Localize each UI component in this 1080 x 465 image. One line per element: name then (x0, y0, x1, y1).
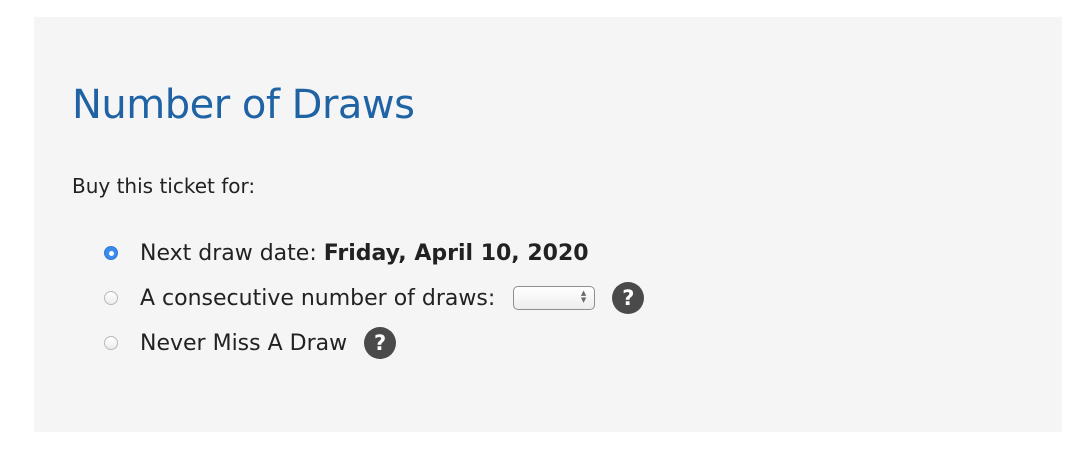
section-title: Number of Draws (72, 82, 415, 128)
draws-count-select[interactable]: ▲ ▼ (513, 286, 596, 310)
option-never-miss-label: Never Miss A Draw (140, 330, 348, 356)
option-consecutive-draws[interactable]: A consecutive number of draws: ▲ ▼ ? (104, 282, 645, 314)
option-next-draw[interactable]: Next draw date: Friday, April 10, 2020 (104, 238, 589, 268)
next-draw-date: Friday, April 10, 2020 (323, 240, 589, 266)
option-next-draw-label: Next draw date: (140, 240, 317, 266)
radio-consecutive-draws[interactable] (104, 291, 118, 305)
consecutive-draws-help-icon[interactable]: ? (612, 282, 645, 314)
option-never-miss[interactable]: Never Miss A Draw ? (104, 327, 397, 359)
radio-next-draw[interactable] (104, 246, 118, 260)
never-miss-help-icon[interactable]: ? (364, 327, 397, 359)
select-arrows-icon: ▲ ▼ (580, 289, 587, 304)
radio-never-miss[interactable] (104, 336, 118, 350)
option-consecutive-draws-label: A consecutive number of draws: (140, 285, 496, 311)
intro-text: Buy this ticket for: (72, 174, 256, 198)
number-of-draws-panel: Number of Draws Buy this ticket for: Nex… (34, 17, 1062, 432)
